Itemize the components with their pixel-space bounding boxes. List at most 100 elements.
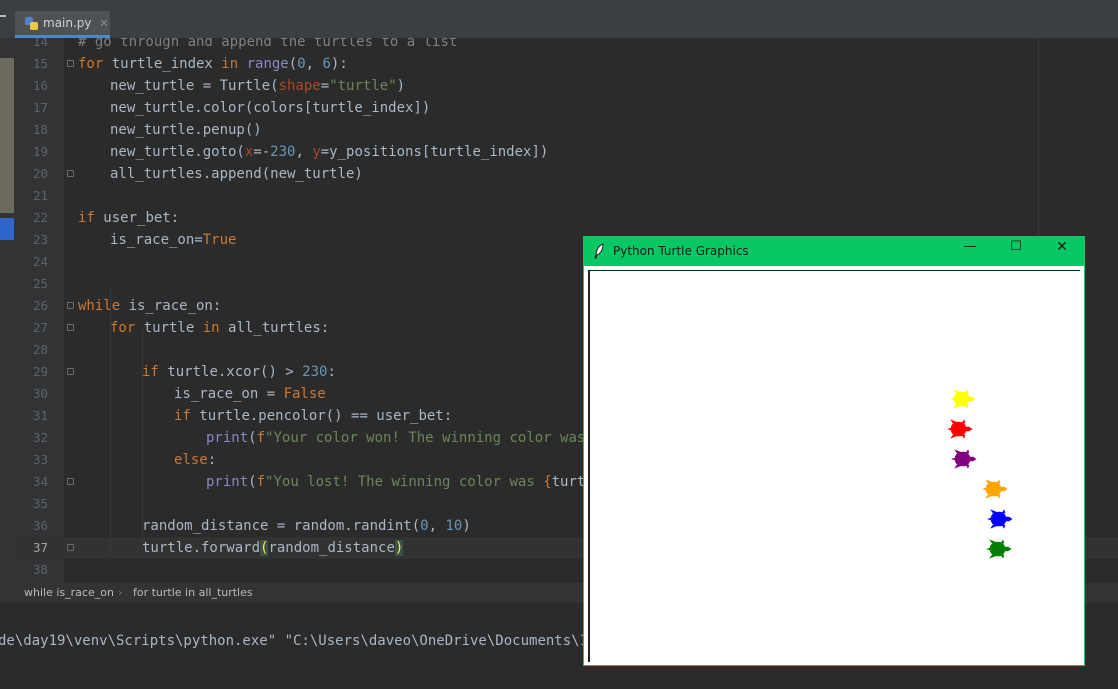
breadcrumb-item-while[interactable]: while is_race_on (24, 583, 114, 603)
code-token: for (78, 56, 112, 72)
code-token: ) (394, 540, 404, 556)
code-token: = (320, 78, 330, 94)
fold-icon[interactable] (67, 478, 74, 485)
tab-close-icon[interactable]: ✕ (100, 17, 109, 30)
code-token: all_turtles: (228, 320, 330, 336)
maximize-button[interactable]: ☐ (1002, 239, 1030, 263)
code-token: range (246, 56, 289, 72)
line-number: 33 (32, 452, 48, 467)
code-token: print (206, 474, 249, 490)
close-button[interactable]: ✕ (1048, 239, 1076, 263)
turtle-yellow (950, 389, 976, 409)
collapse-icon[interactable] (0, 15, 6, 17)
feather-icon (594, 243, 604, 259)
code-token: else (174, 452, 208, 468)
code-token: False (283, 386, 326, 402)
line-number: 16 (32, 78, 48, 93)
code-token: if (78, 210, 104, 226)
turtle-canvas[interactable] (588, 270, 1080, 662)
code-token: { (543, 474, 552, 490)
code-token: ) (462, 518, 471, 534)
line-number: 18 (32, 122, 48, 137)
code-text: is_race_on = False (174, 383, 326, 405)
minimize-button[interactable]: — (956, 239, 984, 263)
line-number: 27 (32, 320, 48, 335)
turtle-purple (951, 449, 977, 469)
code-token: turtle_index (111, 56, 222, 72)
code-token: , (305, 56, 323, 72)
code-token: in (221, 56, 247, 72)
tool-window-selection[interactable] (0, 218, 14, 240)
code-token: : (207, 452, 217, 468)
fold-icon[interactable] (67, 302, 74, 309)
line-number: 23 (32, 232, 48, 247)
code-token: ): (330, 56, 348, 72)
turtle-window-title-bar[interactable]: Python Turtle Graphics — ☐ ✕ (584, 237, 1084, 266)
line-number: 22 (32, 210, 48, 225)
code-line-21[interactable]: 21 (14, 185, 1118, 207)
code-token: user_bet: (103, 210, 180, 226)
tab-main-py[interactable]: main.py ✕ (15, 11, 110, 38)
tab-label: main.py (43, 16, 92, 30)
code-text: for turtle_index in range(0, 6): (78, 53, 348, 75)
line-number: 25 (32, 276, 48, 291)
code-text: new_turtle.goto(x=-230, y=y_positions[tu… (110, 141, 548, 163)
code-token: in (202, 320, 229, 336)
code-token: random_distance = random.randint( (142, 518, 421, 534)
code-token: , (428, 518, 446, 534)
code-line-18[interactable]: 18 new_turtle.penup() (14, 119, 1118, 141)
code-token: True (202, 232, 237, 248)
code-token: =y_positions[turtle_index]) (320, 144, 549, 160)
code-text: while is_race_on: (78, 295, 221, 317)
line-number: 32 (32, 430, 48, 445)
code-text: all_turtles.append(new_turtle) (110, 163, 363, 185)
code-token: 10 (445, 518, 463, 534)
turtle-green (986, 539, 1012, 559)
code-text: new_turtle = Turtle(shape="turtle") (110, 75, 405, 97)
code-text: new_turtle.color(colors[turtle_index]) (110, 97, 430, 119)
turtle-graphics-window[interactable]: Python Turtle Graphics — ☐ ✕ (583, 236, 1085, 666)
line-number: 20 (32, 166, 48, 181)
code-text: print(f"You lost! The winning color was … (206, 471, 602, 493)
turtle-window-title: Python Turtle Graphics (613, 244, 749, 258)
code-token: 230 (270, 144, 296, 160)
line-number: 26 (32, 298, 48, 313)
line-number: 28 (32, 342, 48, 357)
code-token: turtle.xcor() > (167, 364, 303, 380)
indent-guide (142, 330, 143, 550)
turtle-orange (982, 479, 1008, 499)
line-number: 31 (32, 408, 48, 423)
code-line-15[interactable]: 15 for turtle_index in range(0, 6): (14, 53, 1118, 75)
fold-icon[interactable] (67, 368, 74, 375)
fold-icon[interactable] (67, 170, 74, 177)
code-token: "You lost! The winning color was (265, 474, 544, 490)
code-token: 230 (302, 364, 328, 380)
line-number: 14 (32, 38, 48, 49)
code-text: if turtle.xcor() > 230: (142, 361, 336, 383)
line-number: 38 (32, 562, 48, 577)
code-token: "Your color won! The winning color was (265, 430, 594, 446)
line-number: 34 (32, 474, 48, 489)
code-text: if user_bet: (78, 207, 179, 229)
code-token: shape (278, 78, 321, 94)
code-token: new_turtle.color(colors[turtle_index]) (110, 100, 431, 116)
code-token: # go through and append the turtles to a… (78, 38, 458, 50)
indent-guide (110, 286, 111, 556)
breadcrumb-item-for[interactable]: for turtle in all_turtles (133, 583, 253, 603)
code-token: 6 (322, 56, 331, 72)
code-line-14[interactable]: 14 # go through and append the turtles to… (14, 38, 1118, 53)
fold-icon[interactable] (67, 324, 74, 331)
fold-icon[interactable] (67, 544, 74, 551)
code-line-22[interactable]: 22 if user_bet: (14, 207, 1118, 229)
code-line-20[interactable]: 20 all_turtles.append(new_turtle) (14, 163, 1118, 185)
code-token: =- (253, 144, 271, 160)
code-line-19[interactable]: 19 new_turtle.goto(x=-230, y=y_positions[… (14, 141, 1118, 163)
line-number: 17 (32, 100, 48, 115)
turtle-blue (987, 509, 1013, 529)
code-token: all_turtles.append(new_turtle) (110, 166, 363, 182)
code-line-17[interactable]: 17 new_turtle.color(colors[turtle_index]) (14, 97, 1118, 119)
fold-icon[interactable] (67, 60, 74, 67)
console-command-line: de\day19\venv\Scripts\python.exe" "C:\Us… (0, 633, 622, 649)
code-line-16[interactable]: 16 new_turtle = Turtle(shape="turtle") (14, 75, 1118, 97)
code-token: turtle.forward (142, 540, 261, 556)
